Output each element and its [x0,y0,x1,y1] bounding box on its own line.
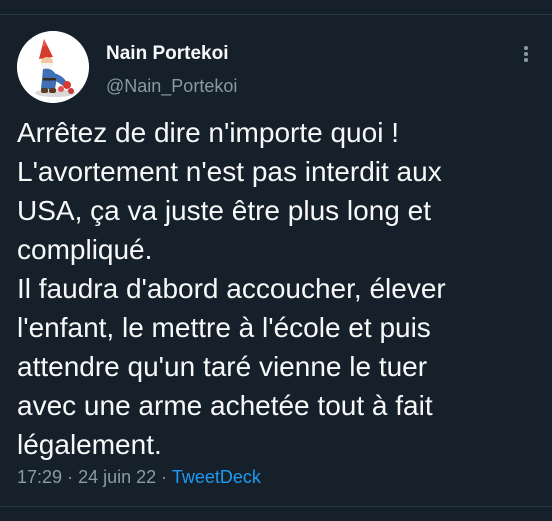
dot [524,58,528,62]
tweet-text-line: L'avortement n'est pas interdit aux [17,156,442,187]
tweet-text-line: compliqué. [17,234,153,265]
tweet-text-line: légalement. [17,429,162,460]
tweet-text-line: attendre qu'un taré vienne le tuer [17,351,428,382]
bottom-divider [0,506,552,507]
tweet-text-line: Il faudra d'abord accoucher, élever [17,273,446,304]
tweet-text: Arrêtez de dire n'importe quoi ! L'avort… [17,113,542,464]
author-handle[interactable]: @Nain_Portekoi [106,76,237,97]
author-name[interactable]: Nain Portekoi [106,43,228,65]
dot [524,46,528,50]
tweet-date[interactable]: 24 juin 22 [78,467,156,487]
dot [524,52,528,56]
tweet-text-line: l'enfant, le mettre à l'école et puis [17,312,431,343]
tweet-text-line: Arrêtez de dire n'importe quoi ! [17,117,399,148]
vertical-ellipsis-icon[interactable] [514,41,538,65]
meta-separator: · [161,467,168,487]
tweet-text-line: avec une arme achetée tout à fait [17,390,433,421]
avatar[interactable] [17,31,89,103]
tweet-meta: 17:29 · 24 juin 22 · TweetDeck [17,467,261,488]
tweet-time[interactable]: 17:29 [17,467,62,487]
tweet-text-line: USA, ça va juste être plus long et [17,195,431,226]
tweet-source-link[interactable]: TweetDeck [172,467,261,487]
tweet-card[interactable]: Nain Portekoi @Nain_Portekoi Arrêtez de … [0,15,552,506]
meta-separator: · [67,467,74,487]
garden-gnome-avatar-icon [17,31,89,103]
